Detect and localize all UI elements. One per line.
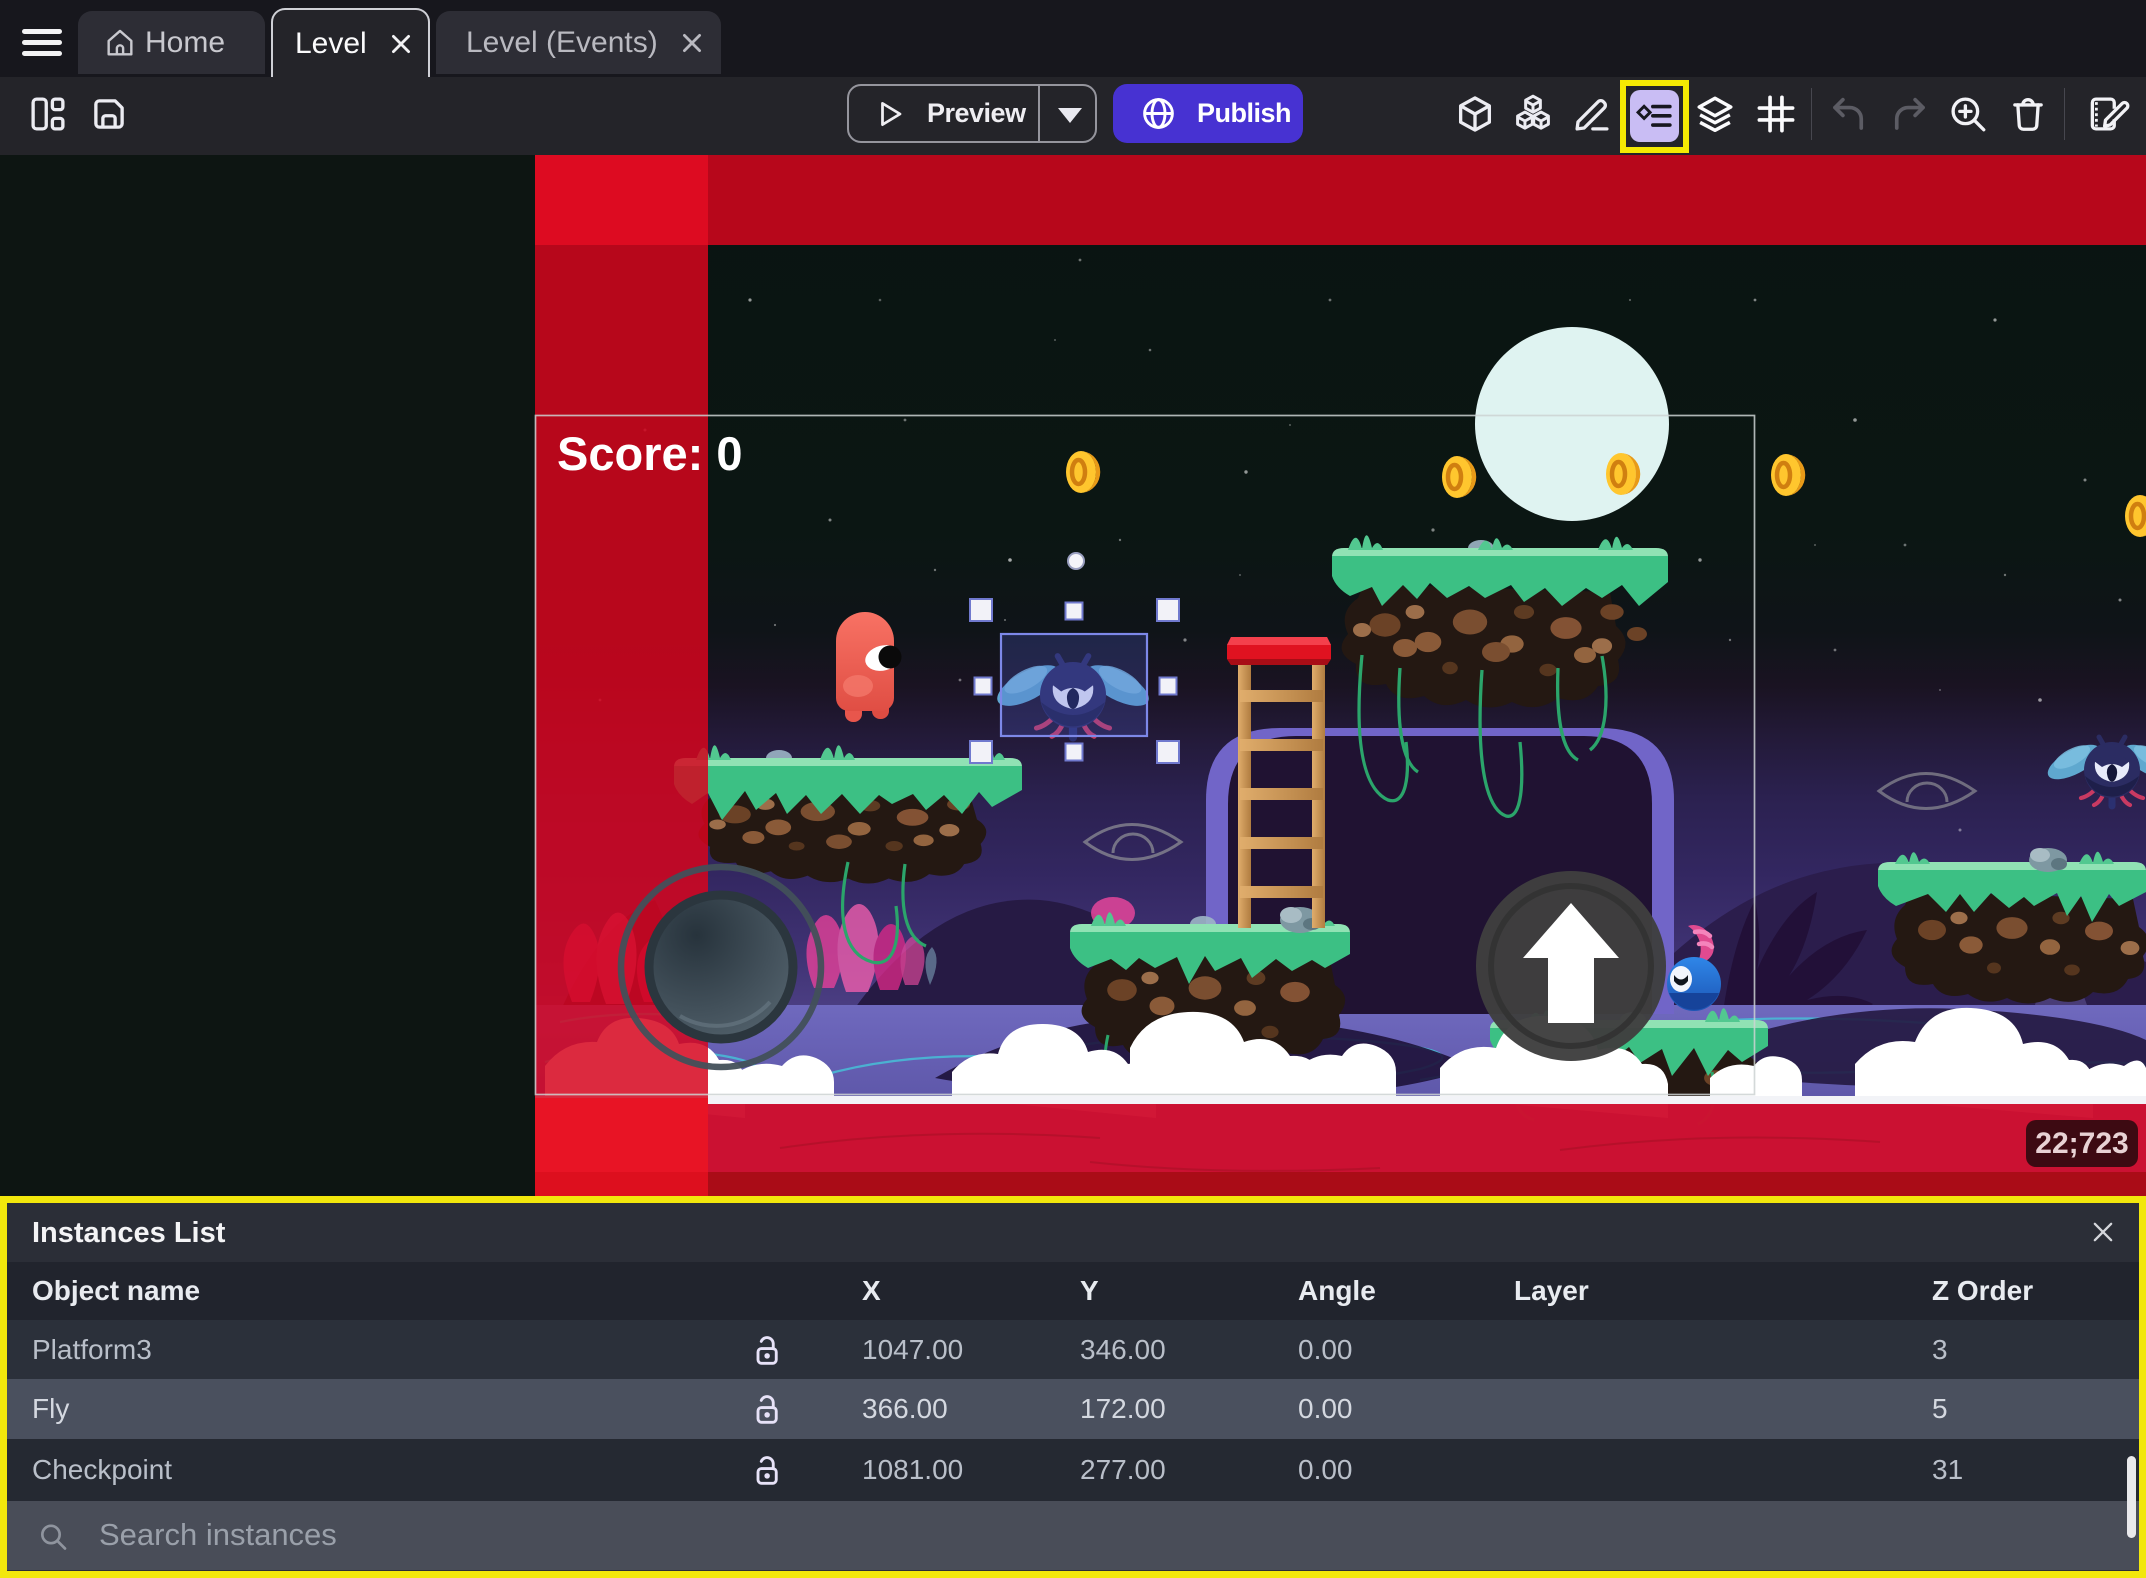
game-artwork bbox=[535, 155, 2146, 1203]
instance-name: Fly bbox=[32, 1393, 70, 1424]
instance-y[interactable]: 277.00 bbox=[1055, 1454, 1273, 1486]
instance-x[interactable]: 1047.00 bbox=[837, 1334, 1055, 1366]
unlock-icon[interactable] bbox=[752, 1453, 782, 1487]
search-icon bbox=[41, 1524, 67, 1550]
tab-level-events-label: Level (Events) bbox=[466, 25, 658, 59]
preview-button[interactable]: Preview bbox=[847, 84, 1097, 143]
project-manager-icon[interactable] bbox=[27, 93, 69, 135]
home-icon bbox=[107, 29, 133, 56]
instance-name: Platform3 bbox=[32, 1333, 152, 1365]
unlock-icon[interactable] bbox=[752, 1333, 782, 1367]
unlock-icon[interactable] bbox=[752, 1392, 782, 1426]
instance-angle[interactable]: 0.00 bbox=[1273, 1393, 1489, 1425]
instances-panel-close-icon[interactable] bbox=[2089, 1218, 2117, 1246]
instance-x[interactable]: 366.00 bbox=[837, 1393, 1055, 1425]
col-object-name: Object name bbox=[32, 1275, 201, 1306]
cloud-band bbox=[535, 1096, 2146, 1104]
red-zone-left[interactable] bbox=[535, 155, 708, 1203]
col-y: Y bbox=[1080, 1275, 1099, 1306]
scene-editor-canvas[interactable]: Score: 0 22;723 bbox=[0, 155, 2146, 1203]
cursor-position-badge: 22;723 bbox=[2026, 1120, 2138, 1167]
red-zone-top[interactable] bbox=[535, 155, 2146, 245]
play-icon bbox=[881, 101, 902, 126]
instance-angle[interactable]: 0.00 bbox=[1273, 1334, 1489, 1366]
tab-level-close-icon[interactable] bbox=[388, 31, 414, 57]
col-layer: Layer bbox=[1514, 1275, 1589, 1306]
tab-home[interactable]: Home bbox=[78, 11, 265, 74]
panel-scrollbar[interactable] bbox=[2127, 1456, 2136, 1538]
preview-label: Preview bbox=[927, 98, 1026, 128]
red-zone-overlap bbox=[535, 155, 708, 245]
publish-button[interactable]: Publish bbox=[1113, 84, 1303, 143]
preview-dropdown-caret[interactable] bbox=[1058, 108, 1082, 123]
gdevelop-window: Home Level Level (Events) Preview Publis… bbox=[0, 0, 2146, 1578]
instance-y[interactable]: 172.00 bbox=[1055, 1393, 1273, 1425]
instance-row-checkpoint[interactable]: Checkpoint 1081.00 277.00 0.00 31 bbox=[7, 1439, 2139, 1501]
undo-icon[interactable] bbox=[1828, 93, 1870, 135]
instances-panel-header: Instances List bbox=[7, 1203, 2139, 1262]
instances-list-panel: Instances List Object name X Y Angle Lay… bbox=[0, 1196, 2146, 1578]
instance-row-platform3[interactable]: Platform3 1047.00 346.00 0.00 3 bbox=[7, 1320, 2139, 1379]
score-label: Score: 0 bbox=[557, 427, 742, 480]
stone bbox=[2029, 848, 2067, 872]
edit-pen-icon[interactable] bbox=[1571, 93, 1613, 135]
instance-z-order[interactable]: 31 bbox=[1907, 1454, 2139, 1486]
delete-icon[interactable] bbox=[2007, 93, 2049, 135]
col-z-order: Z Order bbox=[1932, 1275, 2034, 1306]
instances-search[interactable]: Search instances bbox=[7, 1501, 2139, 1570]
tab-level-events-close-icon[interactable] bbox=[679, 30, 705, 56]
instance-z-order[interactable]: 3 bbox=[1907, 1334, 2139, 1366]
tab-home-label: Home bbox=[145, 25, 226, 59]
instances-search-placeholder: Search instances bbox=[99, 1517, 337, 1552]
rotate-handle[interactable] bbox=[1067, 552, 1085, 570]
instance-z-order[interactable]: 5 bbox=[1907, 1393, 2139, 1425]
jump-button[interactable] bbox=[1476, 871, 1666, 1061]
cursor-position-text: 22;723 bbox=[2035, 1127, 2128, 1160]
platform-right[interactable] bbox=[1878, 848, 2146, 1005]
instance-x[interactable]: 1081.00 bbox=[837, 1454, 1055, 1486]
instances-table-header: Object name X Y Angle Layer Z Order bbox=[7, 1262, 2139, 1320]
grid-icon[interactable] bbox=[1755, 93, 1797, 135]
tab-level-events[interactable]: Level (Events) bbox=[436, 11, 721, 74]
edit-scene-properties-icon[interactable] bbox=[2086, 93, 2132, 135]
instances-list-icon bbox=[1635, 104, 1672, 127]
tab-level[interactable]: Level bbox=[271, 8, 430, 77]
toolbar-separator bbox=[1811, 88, 1812, 140]
moon[interactable] bbox=[1475, 327, 1669, 521]
red-zone-bottom[interactable] bbox=[535, 1098, 2146, 1203]
objects-icon[interactable] bbox=[1454, 93, 1496, 135]
tab-level-label: Level bbox=[295, 26, 367, 60]
redo-icon[interactable] bbox=[1888, 93, 1930, 135]
tab-bar: Home Level Level (Events) bbox=[0, 0, 2146, 77]
publish-label: Publish bbox=[1197, 98, 1292, 128]
instance-name: Checkpoint bbox=[32, 1454, 173, 1485]
toolbar-separator bbox=[2064, 88, 2065, 140]
main-menu-button[interactable] bbox=[22, 29, 62, 59]
save-icon[interactable] bbox=[88, 93, 130, 135]
zoom-in-icon[interactable] bbox=[1947, 93, 1989, 135]
instances-panel-title: Instances List bbox=[32, 1217, 226, 1249]
layers-icon[interactable] bbox=[1694, 93, 1736, 135]
instance-row-fly[interactable]: Fly 366.00 172.00 0.00 5 bbox=[7, 1379, 2139, 1439]
col-angle: Angle bbox=[1298, 1275, 1376, 1306]
col-x: X bbox=[862, 1275, 881, 1306]
preview-divider bbox=[1038, 86, 1040, 141]
instance-angle[interactable]: 0.00 bbox=[1273, 1454, 1489, 1486]
globe-icon bbox=[1143, 98, 1174, 129]
instance-y[interactable]: 346.00 bbox=[1055, 1334, 1273, 1366]
object-groups-icon[interactable] bbox=[1512, 93, 1554, 135]
instances-list-toggle[interactable] bbox=[1630, 90, 1679, 142]
joystick-control[interactable] bbox=[617, 863, 825, 1071]
